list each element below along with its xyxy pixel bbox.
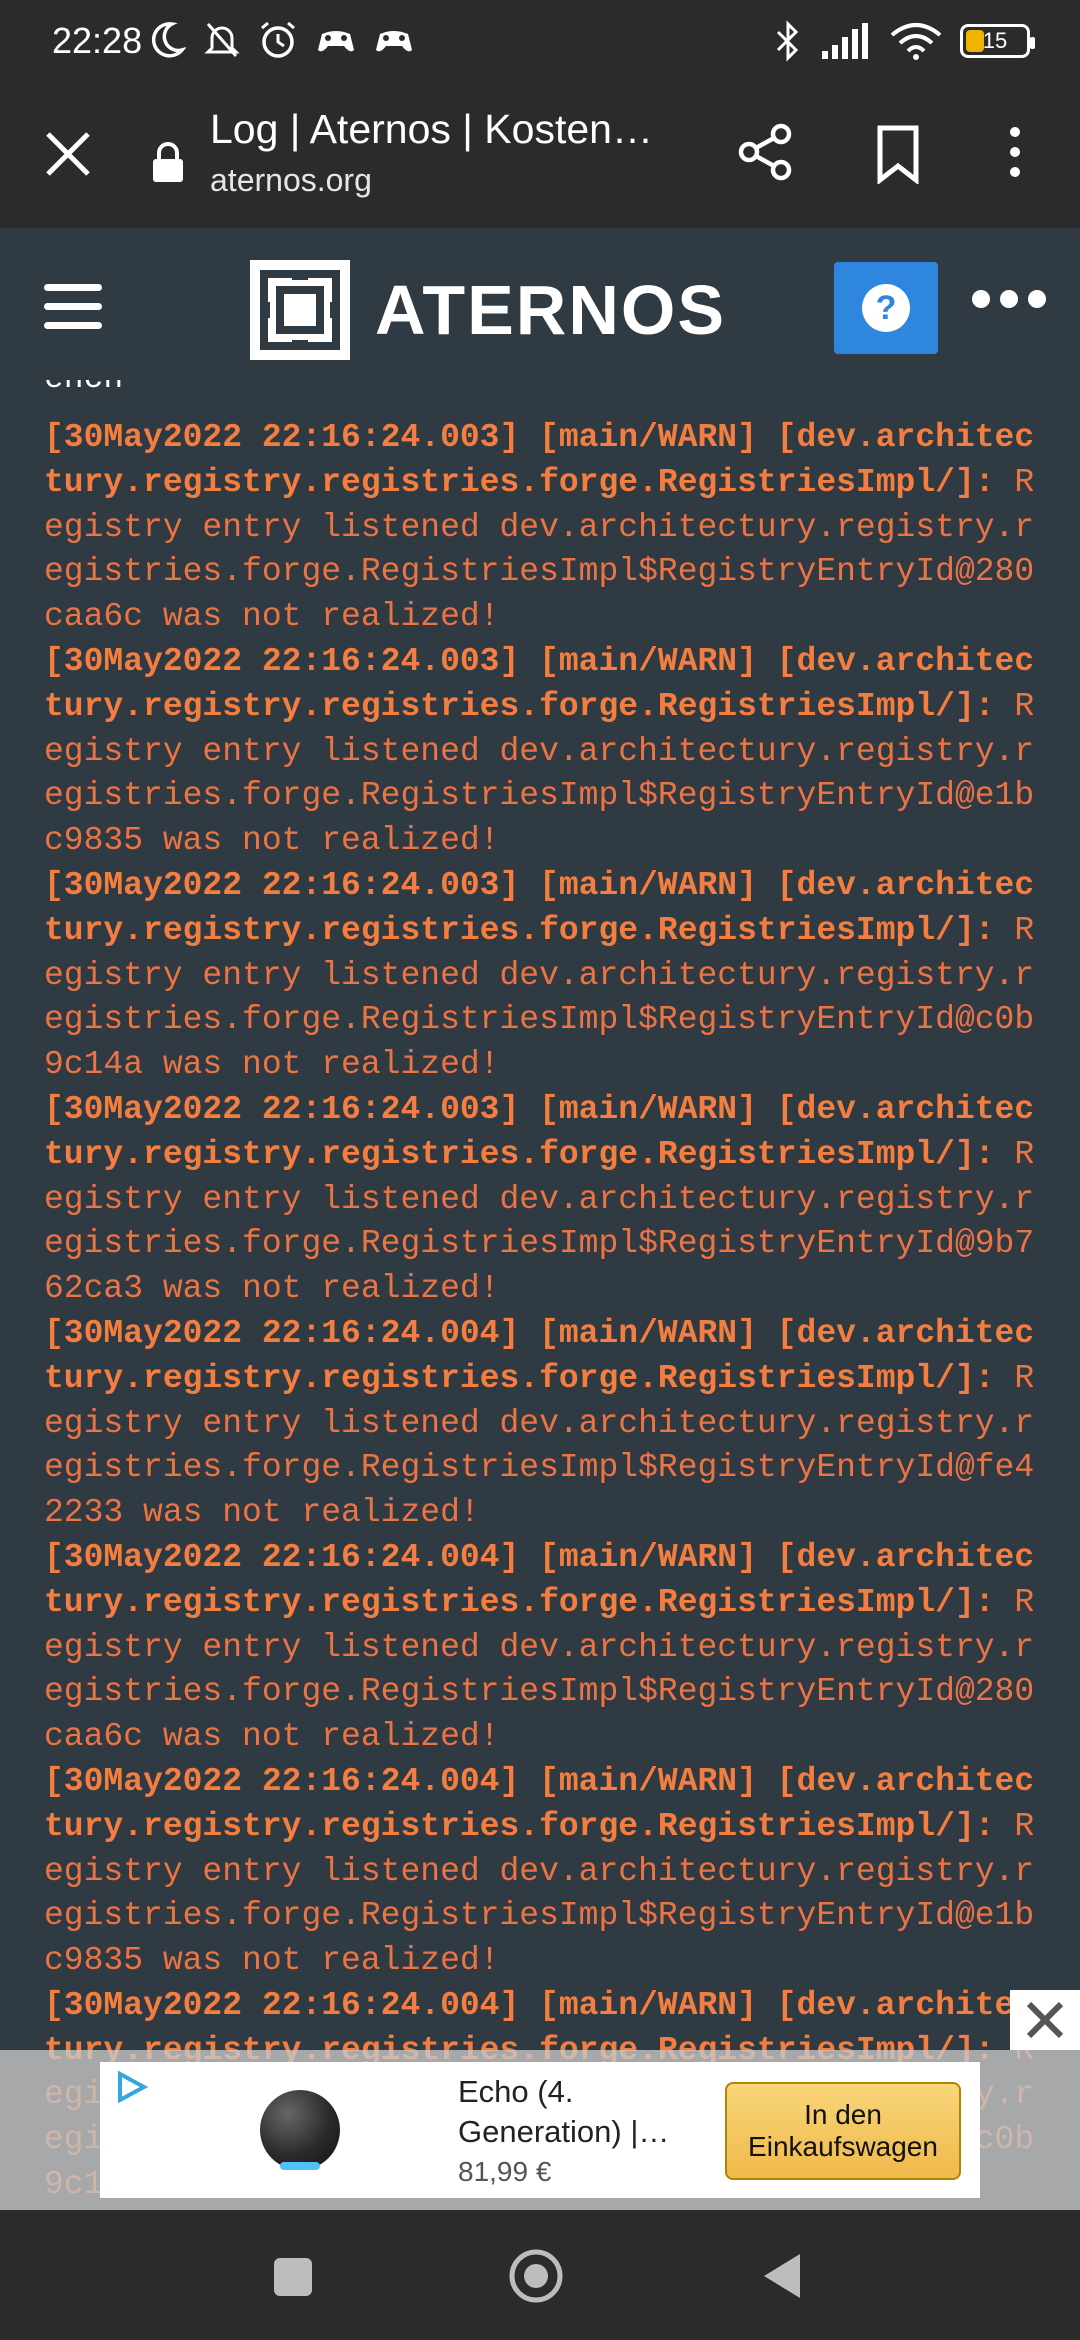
overflow-menu-button[interactable]: [1000, 122, 1030, 182]
more-options-button[interactable]: [972, 290, 1046, 308]
log-entry: [30May2022 22:16:24.003] [main/WARN] [de…: [44, 416, 1044, 640]
moon-icon: [151, 22, 186, 58]
product-image-light: [280, 2162, 320, 2170]
log-entries: [30May2022 22:16:24.003] [main/WARN] [de…: [44, 416, 1044, 2208]
site-header: ATERNOS ?: [0, 228, 1080, 380]
browser-toolbar: Log | Aternos | Kosten… aternos.org: [0, 88, 1080, 228]
ad-card[interactable]: Echo (4. Generation) |… 81,99 € In den E…: [100, 2062, 980, 2198]
bell-off-icon: [204, 23, 240, 57]
lock-icon[interactable]: [150, 140, 186, 184]
back-button[interactable]: [760, 2250, 804, 2302]
share-button[interactable]: [735, 122, 795, 182]
aternos-logo-icon[interactable]: [250, 260, 350, 360]
log-entry: [30May2022 22:16:24.003] [main/WARN] [de…: [44, 864, 1044, 1088]
help-icon: ?: [862, 284, 910, 332]
log-entry: [30May2022 22:16:24.004] [main/WARN] [de…: [44, 1760, 1044, 1984]
log-entry: [30May2022 22:16:24.004] [main/WARN] [de…: [44, 1536, 1044, 1760]
status-time: 22:28: [52, 20, 143, 61]
log-entry-header: [30May2022 22:16:24.003] [main/WARN] [de…: [44, 866, 1035, 949]
close-tab-button[interactable]: [40, 126, 96, 182]
page-title[interactable]: Log | Aternos | Kosten…: [210, 106, 653, 153]
ad-price: 81,99 €: [458, 2156, 552, 2187]
close-icon: [1026, 2001, 1064, 2039]
log-entry: [30May2022 22:16:24.003] [main/WARN] [de…: [44, 640, 1044, 864]
logo-text[interactable]: ATERNOS: [375, 270, 726, 350]
product-image[interactable]: [260, 2090, 340, 2170]
ad-title[interactable]: Echo (4. Generation) |…: [458, 2072, 698, 2152]
log-entry-header: [30May2022 22:16:24.003] [main/WARN] [de…: [44, 1090, 1035, 1173]
log-entry-header: [30May2022 22:16:24.003] [main/WARN] [de…: [44, 642, 1035, 725]
status-left-icons: [150, 20, 414, 60]
log-partial-line: ench: [44, 380, 123, 397]
battery-icon: 15: [960, 24, 1035, 58]
help-button[interactable]: ?: [834, 262, 938, 354]
home-button[interactable]: [506, 2246, 566, 2306]
recent-apps-button[interactable]: [274, 2258, 312, 2296]
bluetooth-icon: [776, 20, 799, 62]
battery-level: 15: [982, 28, 1008, 53]
game-controller-icon: [376, 31, 412, 52]
add-to-cart-button[interactable]: In den Einkaufswagen: [725, 2082, 961, 2180]
log-entry-header: [30May2022 22:16:24.004] [main/WARN] [de…: [44, 1762, 1035, 1845]
ad-choices-icon[interactable]: [114, 2070, 148, 2104]
ad-banner: Echo (4. Generation) |… 81,99 € In den E…: [0, 2050, 1080, 2210]
log-entry-header: [30May2022 22:16:24.004] [main/WARN] [de…: [44, 1314, 1035, 1397]
bookmark-button[interactable]: [870, 124, 926, 184]
game-controller-icon: [318, 31, 354, 52]
wifi-icon: [890, 23, 942, 60]
log-entry-header: [30May2022 22:16:24.004] [main/WARN] [de…: [44, 1538, 1035, 1621]
log-entry-header: [30May2022 22:16:24.003] [main/WARN] [de…: [44, 419, 1035, 501]
hamburger-menu-button[interactable]: [44, 284, 102, 330]
log-viewer[interactable]: ench [30May2022 22:16:24.003] [main/WARN…: [0, 380, 1080, 2210]
page-url[interactable]: aternos.org: [210, 162, 372, 199]
log-entry: [30May2022 22:16:24.004] [main/WARN] [de…: [44, 1312, 1044, 1536]
ad-close-button[interactable]: [1010, 1990, 1080, 2050]
signal-icon: [822, 23, 868, 59]
status-right-icons: 15: [774, 20, 1035, 62]
alarm-icon: [261, 21, 295, 58]
log-entry: [30May2022 22:16:24.003] [main/WARN] [de…: [44, 1088, 1044, 1312]
status-bar: 22:28 15: [0, 0, 1080, 88]
system-nav-bar: [0, 2210, 1080, 2340]
